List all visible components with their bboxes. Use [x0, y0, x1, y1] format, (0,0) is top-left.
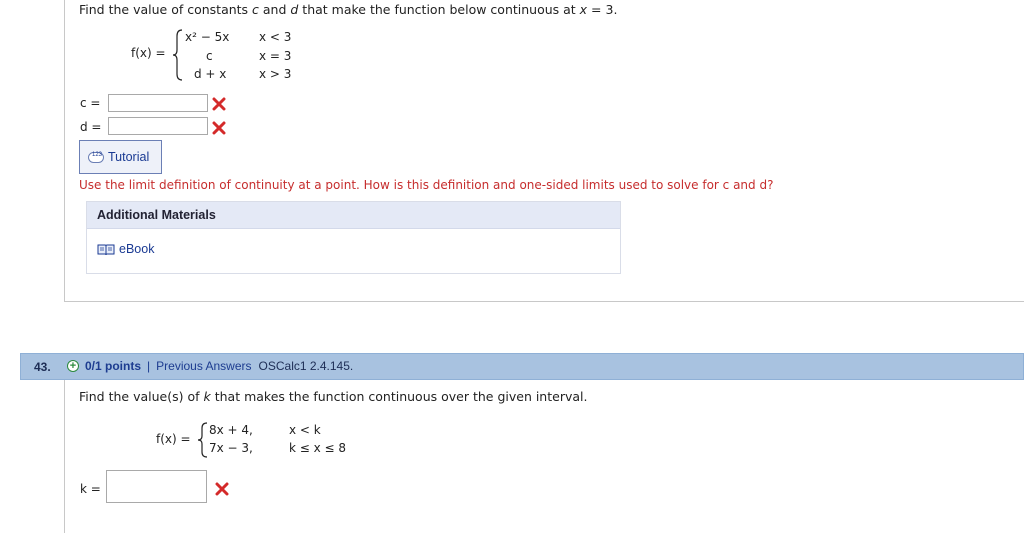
question-2-prompt: Find the value(s) of k that makes the fu… [79, 389, 587, 404]
case-expr-2: 7x − 3, [209, 441, 253, 455]
incorrect-icon [212, 97, 226, 111]
case-expr-3: d + x [194, 67, 227, 81]
case-cond-2: x = 3 [259, 49, 292, 63]
question-1-prompt: Find the value of constants c and d that… [79, 2, 617, 17]
answer-label-d: d = [80, 120, 102, 134]
question-2-header: 43. + 0/1 points | Previous Answers OSCa… [20, 353, 1024, 380]
var-x: x [579, 2, 588, 17]
tutorial-button[interactable]: 123 Tutorial [79, 140, 162, 174]
incorrect-icon [215, 482, 229, 496]
question-meta: + 0/1 points | Previous Answers OSCalc1 … [67, 359, 353, 373]
tutorial-icon-text: 123 [91, 152, 102, 158]
tutorial-label: Tutorial [108, 150, 150, 164]
case-cond-1: x < k [289, 423, 321, 437]
var-k: k [203, 389, 211, 404]
case-expr-1: 8x + 4, [209, 423, 253, 437]
previous-answers-link[interactable]: Previous Answers [156, 359, 251, 373]
question-code: OSCalc1 2.4.145. [258, 359, 354, 373]
case-cond-1: x < 3 [259, 30, 292, 44]
prompt-text: that makes the function continuous over … [210, 389, 588, 404]
additional-materials-panel: Additional Materials eBook [86, 201, 621, 274]
function-label: f(x) = [156, 432, 191, 446]
expand-plus-icon[interactable]: + [67, 360, 79, 372]
answer-input-c[interactable] [108, 94, 208, 112]
hint-text: Use the limit definition of continuity a… [79, 178, 774, 192]
answer-input-d[interactable] [108, 117, 208, 135]
prompt-text: Find the value(s) of [79, 389, 204, 404]
function-label: f(x) = [131, 46, 166, 60]
separator: | [147, 359, 151, 373]
left-brace [197, 422, 208, 458]
ebook-label: eBook [119, 242, 155, 256]
answer-label-k: k = [80, 482, 101, 496]
prompt-text: that make the function below continuous … [298, 2, 580, 17]
case-expr-1: x² − 5x [185, 30, 230, 44]
additional-materials-title: Additional Materials [87, 202, 620, 229]
ebook-link[interactable]: eBook [97, 242, 154, 256]
case-cond-3: x > 3 [259, 67, 292, 81]
answer-label-c: c = [80, 96, 101, 110]
case-expr-2: c [206, 49, 213, 63]
answer-input-k[interactable] [106, 470, 207, 503]
left-brace [172, 29, 183, 81]
case-cond-2: k ≤ x ≤ 8 [289, 441, 347, 455]
prompt-text: and [258, 2, 291, 17]
prompt-text: Find the value of constants [79, 2, 253, 17]
book-icon [97, 244, 115, 255]
question-number: 43. [34, 360, 51, 374]
points-text: 0/1 points [85, 359, 142, 373]
var-c: c [252, 2, 259, 17]
prompt-text: = 3. [587, 2, 618, 17]
incorrect-icon [212, 121, 226, 135]
